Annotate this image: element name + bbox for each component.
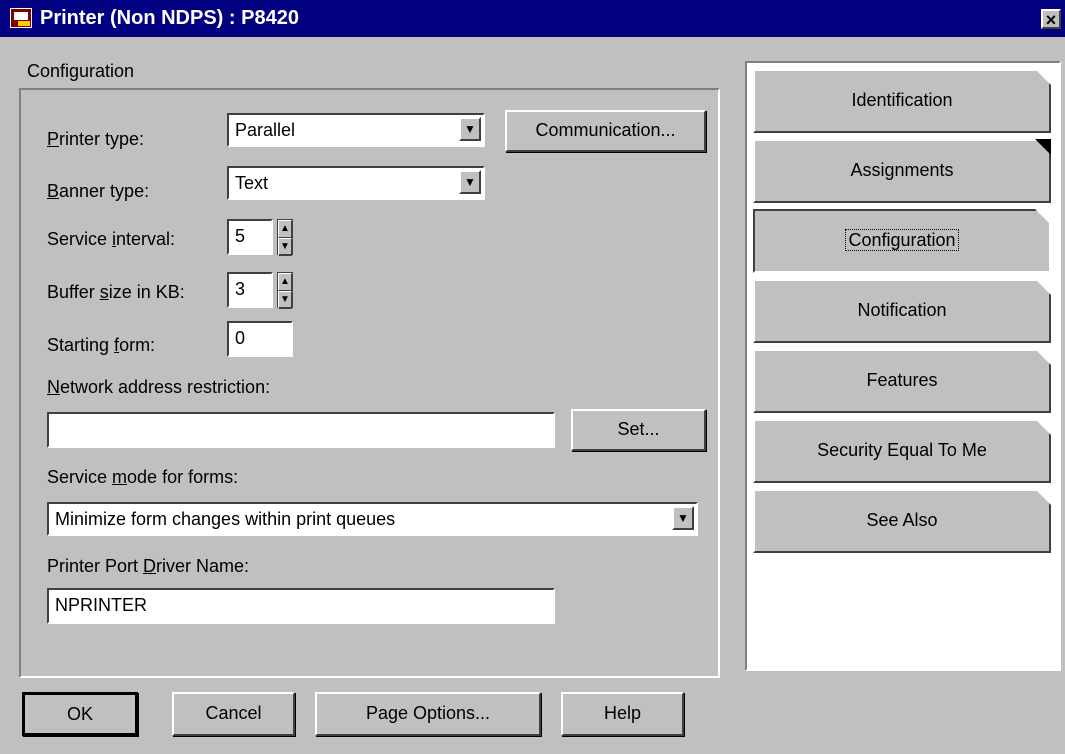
- banner-type-dropdown-arrow[interactable]: ▼: [459, 170, 481, 194]
- starting-form-value: 0: [235, 328, 246, 348]
- page-corner-icon: [1035, 489, 1051, 505]
- starting-form-label: Starting form:: [47, 335, 155, 356]
- tab-label: Configuration: [845, 229, 959, 251]
- tab-security-equal-to-me[interactable]: Security Equal To Me: [753, 419, 1051, 483]
- service-mode-select[interactable]: Minimize form changes within print queue…: [47, 502, 698, 536]
- spin-down-icon[interactable]: ▼: [278, 291, 292, 309]
- buffer-size-spinner[interactable]: ▲ ▼: [277, 272, 293, 309]
- page-options-button-label: Page Options...: [365, 703, 491, 723]
- network-address-mnemonic: N: [47, 377, 60, 397]
- cancel-button-label: Cancel: [205, 703, 262, 723]
- buffer-size-value: 3: [235, 279, 246, 299]
- printer-type-value: Parallel: [235, 120, 296, 140]
- section-label: Configuration: [27, 61, 135, 81]
- spin-down-icon[interactable]: ▼: [278, 238, 292, 256]
- page-corner-icon: [1035, 69, 1051, 85]
- port-driver-label: Printer Port Driver Name:: [47, 556, 249, 577]
- service-interval-label-b: nterval:: [116, 229, 176, 249]
- network-address-label-rest: etwork address restriction:: [60, 377, 271, 397]
- port-driver-label-a: Printer Port: [47, 556, 144, 576]
- buffer-size-label-b: ize in KB:: [108, 282, 185, 302]
- service-interval-input[interactable]: 5: [227, 219, 273, 255]
- banner-type-label: Banner type:: [47, 181, 149, 202]
- tab-notification[interactable]: Notification: [753, 279, 1051, 343]
- buffer-size-label: Buffer size in KB:: [47, 282, 185, 303]
- page-corner-icon: [1035, 279, 1051, 295]
- page-corner-icon: [1035, 349, 1051, 365]
- tab-label: See Also: [866, 510, 938, 530]
- ok-button[interactable]: OK: [22, 692, 138, 736]
- buffer-size-label-a: Buffer: [47, 282, 100, 302]
- service-mode-label: Service mode for forms:: [47, 467, 238, 488]
- tab-label: Security Equal To Me: [817, 440, 987, 460]
- port-driver-label-b: river Name:: [156, 556, 250, 576]
- port-driver-mnemonic: D: [143, 556, 157, 576]
- printer-type-label-rest: rinter type:: [59, 129, 145, 149]
- tab-label: Identification: [851, 90, 953, 110]
- close-button[interactable]: ×: [1041, 9, 1061, 30]
- service-mode-label-b: ode for forms:: [127, 467, 239, 487]
- tab-assignments[interactable]: Assignments: [753, 139, 1051, 203]
- service-interval-label: Service interval:: [47, 229, 175, 250]
- starting-form-input[interactable]: 0: [227, 321, 293, 357]
- service-mode-dropdown-arrow[interactable]: ▼: [672, 506, 694, 530]
- page-corner-icon: [1035, 419, 1051, 435]
- tab-configuration[interactable]: Configuration: [753, 209, 1051, 273]
- spin-up-icon[interactable]: ▲: [278, 273, 292, 291]
- window-title: Printer (Non NDPS) : P8420: [40, 7, 299, 29]
- communication-button-label: Communication...: [535, 120, 676, 140]
- service-interval-label-a: Service: [47, 229, 113, 249]
- printer-type-label: Printer type:: [47, 129, 144, 150]
- tab-identification[interactable]: Identification: [753, 69, 1051, 133]
- port-driver-input[interactable]: NPRINTER: [47, 588, 555, 624]
- buffer-size-input[interactable]: 3: [227, 272, 273, 308]
- starting-form-label-b: orm:: [119, 335, 156, 355]
- printer-app-icon[interactable]: [10, 8, 32, 28]
- tab-label: Notification: [857, 300, 947, 320]
- cancel-button[interactable]: Cancel: [172, 692, 295, 736]
- set-button-label: Set...: [617, 419, 660, 439]
- printer-type-mnemonic: P: [47, 129, 60, 149]
- help-button[interactable]: Help: [561, 692, 684, 736]
- service-mode-label-a: Service: [47, 467, 113, 487]
- port-driver-value: NPRINTER: [55, 595, 148, 615]
- service-mode-mnemonic: m: [112, 467, 128, 487]
- network-address-input[interactable]: [47, 412, 555, 448]
- page-tab-panel: Identification Assignments Configuration…: [745, 61, 1061, 671]
- page-options-button[interactable]: Page Options...: [315, 692, 541, 736]
- starting-form-label-a: Starting: [47, 335, 115, 355]
- ok-button-label: OK: [66, 704, 93, 724]
- banner-type-mnemonic: B: [47, 181, 60, 201]
- set-button[interactable]: Set...: [571, 409, 706, 451]
- page-corner-icon: [1035, 139, 1051, 155]
- network-address-label: Network address restriction:: [47, 377, 270, 398]
- title-bar: Printer (Non NDPS) : P8420 ×: [0, 0, 1065, 37]
- tab-label: Features: [866, 370, 938, 390]
- help-button-label: Help: [603, 703, 642, 723]
- tab-see-also[interactable]: See Also: [753, 489, 1051, 553]
- service-interval-value: 5: [235, 226, 246, 246]
- tab-label: Assignments: [850, 160, 954, 180]
- printer-type-select[interactable]: Parallel ▼: [227, 113, 485, 147]
- service-mode-value: Minimize form changes within print queue…: [55, 509, 396, 529]
- banner-type-value: Text: [235, 173, 269, 193]
- communication-button[interactable]: Communication...: [505, 110, 706, 152]
- service-interval-spinner[interactable]: ▲ ▼: [277, 219, 293, 256]
- banner-type-label-rest: anner type:: [59, 181, 150, 201]
- page-corner-icon: [1035, 209, 1051, 225]
- banner-type-select[interactable]: Text ▼: [227, 166, 485, 200]
- spin-up-icon[interactable]: ▲: [278, 220, 292, 238]
- buffer-size-mnemonic: s: [99, 282, 109, 302]
- printer-type-dropdown-arrow[interactable]: ▼: [459, 117, 481, 141]
- tab-features[interactable]: Features: [753, 349, 1051, 413]
